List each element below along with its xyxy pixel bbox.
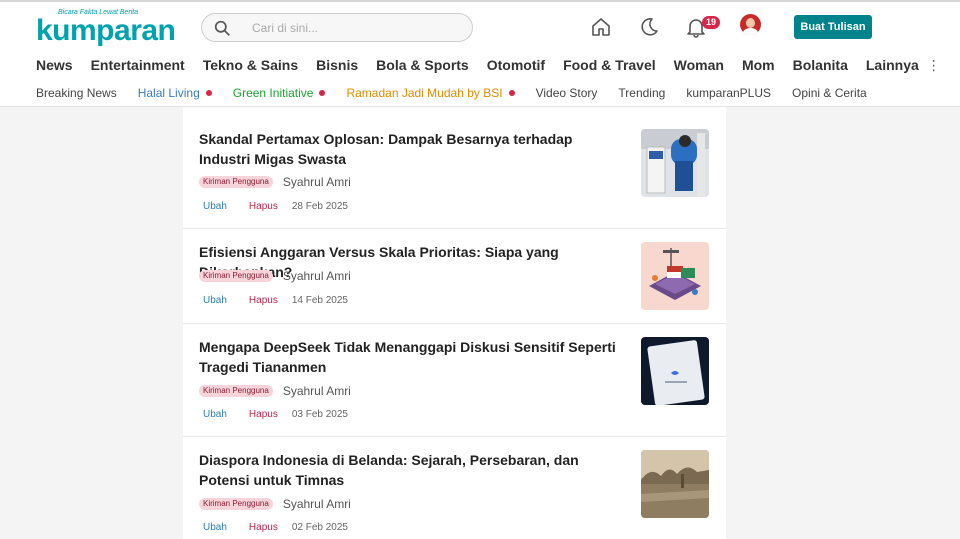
nav-item-otomotif[interactable]: Otomotif xyxy=(487,57,545,73)
sub-topic-nav: Breaking News Halal Living Green Initiat… xyxy=(36,84,888,102)
nav-item-bisnis[interactable]: Bisnis xyxy=(316,57,358,73)
subnav-item-kumparanplus[interactable]: kumparanPLUS xyxy=(686,86,771,100)
nav-item-food-travel[interactable]: Food & Travel xyxy=(563,57,656,73)
subnav-label: kumparanPLUS xyxy=(686,86,772,100)
delete-link[interactable]: Hapus xyxy=(249,409,278,420)
subnav-item-opini-cerita[interactable]: Opini & Cerita xyxy=(792,86,867,100)
edit-link[interactable]: Ubah xyxy=(203,201,227,212)
article-actions: Ubah Hapus 02 Feb 2025 xyxy=(203,522,348,533)
subnav-label: Breaking News xyxy=(36,86,117,100)
article-thumbnail[interactable] xyxy=(641,337,709,405)
nav-item-bola-sports[interactable]: Bola & Sports xyxy=(376,57,469,73)
avatar-shirt xyxy=(743,28,758,35)
article-meta: Kiriman Pengguna Syahrul Amri xyxy=(199,497,351,511)
avatar-face xyxy=(746,18,755,28)
subnav-label: Halal Living xyxy=(137,86,200,100)
live-dot-icon xyxy=(205,90,212,96)
subnav-label: Ramadan Jadi Mudah by BSI xyxy=(346,86,503,100)
list-item: Mengapa DeepSeek Tidak Menanggapi Diskus… xyxy=(183,324,726,437)
nav-item-mom[interactable]: Mom xyxy=(742,57,775,73)
article-date: 03 Feb 2025 xyxy=(291,409,348,420)
live-dot-icon xyxy=(508,90,515,96)
article-title[interactable]: Diaspora Indonesia di Belanda: Sejarah, … xyxy=(199,450,619,490)
logo-wordmark: kumparan xyxy=(36,14,176,47)
subnav-label: Trending xyxy=(618,86,666,100)
subnav-label: Green Initiative xyxy=(232,86,314,100)
delete-link[interactable]: Hapus xyxy=(249,295,278,306)
site-header: Bicara Fakta Lewat Berita kumparan 19 Bu… xyxy=(0,0,960,107)
user-avatar[interactable] xyxy=(740,14,761,35)
subnav-item-trending[interactable]: Trending xyxy=(618,86,665,100)
moon-icon[interactable] xyxy=(638,16,660,38)
nav-item-entertainment[interactable]: Entertainment xyxy=(91,57,185,73)
article-title[interactable]: Mengapa DeepSeek Tidak Menanggapi Diskus… xyxy=(199,337,619,377)
canal-photo-image xyxy=(641,450,709,518)
phone-screen-image xyxy=(641,337,709,405)
author-name[interactable]: Syahrul Amri xyxy=(283,497,351,511)
user-submission-badge: Kiriman Pengguna xyxy=(199,270,273,282)
author-name[interactable]: Syahrul Amri xyxy=(283,175,351,189)
edit-link[interactable]: Ubah xyxy=(203,409,227,420)
article-date: 02 Feb 2025 xyxy=(291,522,348,533)
budget-illustration-image xyxy=(641,242,709,310)
edit-link[interactable]: Ubah xyxy=(203,522,227,533)
user-submission-badge: Kiriman Pengguna xyxy=(199,176,273,188)
article-actions: Ubah Hapus 03 Feb 2025 xyxy=(203,409,348,420)
user-submission-badge: Kiriman Pengguna xyxy=(199,385,273,397)
nav-item-lainnya[interactable]: Lainnya xyxy=(866,57,919,73)
delete-link[interactable]: Hapus xyxy=(249,201,278,212)
author-name[interactable]: Syahrul Amri xyxy=(283,384,351,398)
nav-item-news[interactable]: News xyxy=(36,57,73,73)
article-list: Skandal Pertamax Oplosan: Dampak Besarny… xyxy=(183,107,726,539)
delete-link[interactable]: Hapus xyxy=(249,522,278,533)
subnav-item-ramadan-bsi[interactable]: Ramadan Jadi Mudah by BSI xyxy=(346,86,515,100)
fuel-pump-image xyxy=(641,129,709,197)
subnav-item-halal-living[interactable]: Halal Living xyxy=(138,86,212,100)
notification-count-badge: 19 xyxy=(702,16,720,29)
subnav-label: Opini & Cerita xyxy=(792,86,867,100)
kumparan-logo[interactable]: Bicara Fakta Lewat Berita kumparan xyxy=(36,8,176,48)
nav-item-tekno-sains[interactable]: Tekno & Sains xyxy=(203,57,298,73)
list-item: Skandal Pertamax Oplosan: Dampak Besarny… xyxy=(183,107,726,229)
user-submission-badge: Kiriman Pengguna xyxy=(199,498,273,510)
main-category-nav: News Entertainment Tekno & Sains Bisnis … xyxy=(36,55,941,75)
list-item: Efisiensi Anggaran Versus Skala Priorita… xyxy=(183,229,726,324)
article-meta: Kiriman Pengguna Syahrul Amri xyxy=(199,384,351,398)
subnav-item-video-story[interactable]: Video Story xyxy=(536,86,598,100)
more-vertical-icon[interactable]: ⋮ xyxy=(927,57,941,74)
article-title[interactable]: Skandal Pertamax Oplosan: Dampak Besarny… xyxy=(199,129,619,169)
author-name[interactable]: Syahrul Amri xyxy=(283,269,351,283)
list-item: Diaspora Indonesia di Belanda: Sejarah, … xyxy=(183,437,726,539)
article-thumbnail[interactable] xyxy=(641,450,709,518)
nav-item-bolanita[interactable]: Bolanita xyxy=(793,57,848,73)
subnav-item-breaking-news[interactable]: Breaking News xyxy=(36,86,117,100)
article-actions: Ubah Hapus 28 Feb 2025 xyxy=(203,201,348,212)
search-input[interactable] xyxy=(252,19,462,37)
article-actions: Ubah Hapus 14 Feb 2025 xyxy=(203,295,348,306)
article-thumbnail[interactable] xyxy=(641,129,709,197)
home-icon[interactable] xyxy=(590,16,612,38)
article-meta: Kiriman Pengguna Syahrul Amri xyxy=(199,269,351,283)
live-dot-icon xyxy=(319,90,326,96)
subnav-label: Video Story xyxy=(535,86,598,100)
article-thumbnail[interactable] xyxy=(641,242,709,310)
search-bar[interactable] xyxy=(201,13,473,42)
write-article-button[interactable]: Buat Tulisan xyxy=(794,15,872,39)
article-date: 14 Feb 2025 xyxy=(291,295,348,306)
subnav-item-green-initiative[interactable]: Green Initiative xyxy=(233,86,326,100)
edit-link[interactable]: Ubah xyxy=(203,295,227,306)
nav-item-woman[interactable]: Woman xyxy=(674,57,724,73)
search-icon[interactable] xyxy=(214,20,231,37)
article-meta: Kiriman Pengguna Syahrul Amri xyxy=(199,175,351,189)
article-date: 28 Feb 2025 xyxy=(291,201,348,212)
